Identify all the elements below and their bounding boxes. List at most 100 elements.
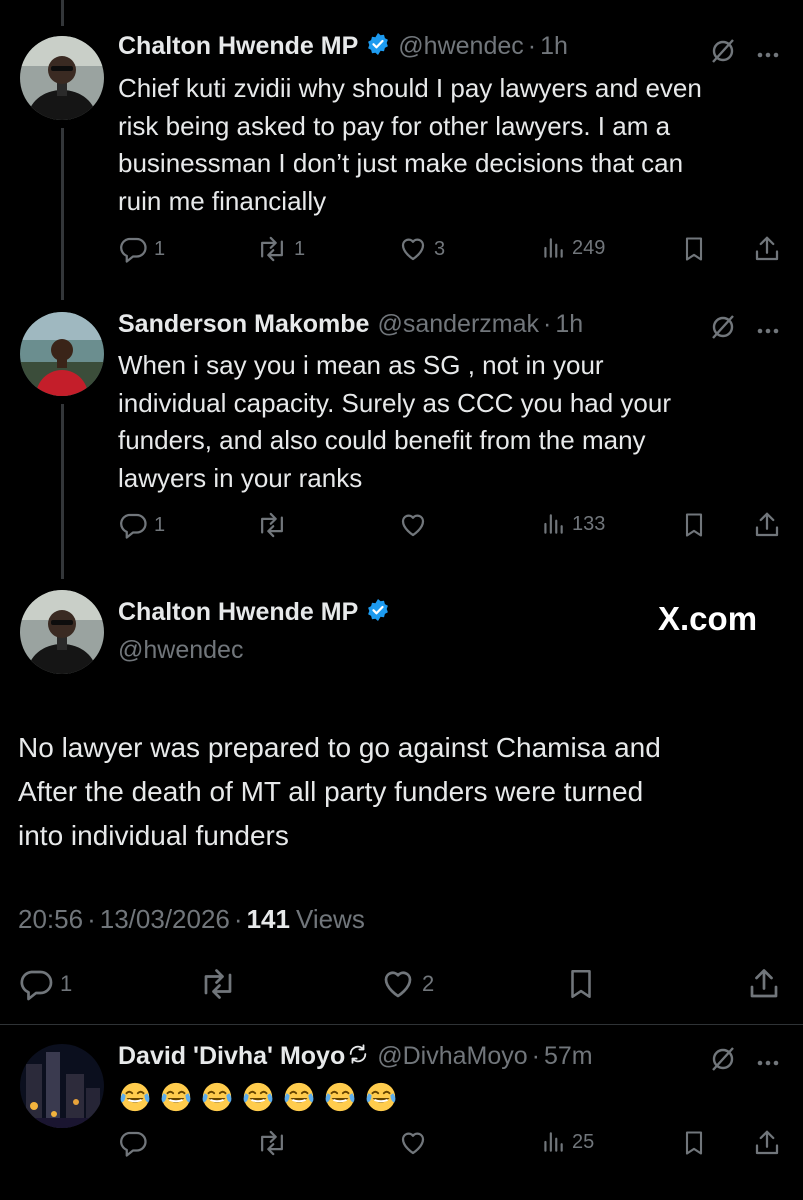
views-button[interactable]: 25 [540,1128,594,1156]
display-name[interactable]: David 'Divha' Moyo [118,1042,345,1071]
action-bar: 1 133 [118,506,788,546]
repost-icon [204,969,232,999]
sync-icon [347,1043,369,1070]
heart-icon [401,514,425,537]
like-button[interactable] [398,510,428,540]
views-icon [544,238,563,258]
views-label: Views [295,904,365,934]
tweet-text-line: After the death of MT all party funders … [18,776,644,807]
share-icon [755,512,779,537]
tweet-text-line: businessman I don’t just make decisions … [118,148,684,178]
display-name[interactable]: Chalton Hwende MP [118,598,358,627]
username[interactable]: @DivhaMoyo [377,1042,527,1071]
repost-button[interactable] [256,1128,288,1158]
repost-icon [261,512,283,538]
like-count: 3 [434,237,446,260]
reply-button[interactable]: 1 [118,234,165,264]
share-button[interactable] [746,966,782,1002]
separator-dot: · [527,32,537,60]
repost-icon [261,236,283,262]
reply-icon [120,513,147,539]
tweet-meta: 20:56 · 13/03/2026 · 141 Views [18,904,365,935]
grok-icon[interactable] [708,1044,738,1079]
like-button[interactable]: 3 [398,234,445,264]
views-button[interactable]: 249 [540,234,605,262]
reply-count: 1 [154,513,166,536]
heart-icon [384,971,412,998]
tweet-text-line: No lawyer was prepared to go against Cha… [18,732,661,763]
heart-icon [401,1132,425,1155]
reply-button[interactable]: 1 [18,966,72,1002]
tears-of-joy-emoji-icon [202,1082,232,1112]
separator-dot: · [233,904,243,934]
bookmark-button[interactable] [680,1128,708,1158]
grok-icon[interactable] [708,36,738,71]
view-count: 133 [572,512,606,535]
avatar[interactable] [20,312,104,396]
bookmark-button[interactable] [680,234,708,264]
more-options-icon[interactable] [756,1054,780,1072]
grok-icon[interactable] [708,312,738,347]
timestamp[interactable]: 57m [544,1042,593,1071]
bookmark-button[interactable] [564,966,598,1002]
bookmark-icon [685,513,703,537]
like-button[interactable]: 2 [380,966,434,1002]
reply-button[interactable]: 1 [118,510,165,540]
view-count: 249 [572,236,606,259]
tears-of-joy-emoji-icon [161,1082,191,1112]
tweet-text-line: ruin me financially [118,185,327,216]
post-date[interactable]: 13/03/2026 [100,904,230,935]
post-time[interactable]: 20:56 [18,904,83,935]
share-icon [755,1130,779,1155]
x-watermark: X.com [658,600,757,638]
bookmark-icon [685,237,703,261]
action-bar: 1 2 [18,964,788,1004]
tweet-text-line: into individual funders [18,820,289,851]
more-options-icon[interactable] [756,46,780,64]
avatar[interactable] [20,36,104,120]
tweet-header: Chalton Hwende MP @hwendec · 1h [118,32,568,61]
tweet-text-line: lawyers in your ranks [118,462,363,493]
tweet-text-line: risk being asked to pay for other lawyer… [118,110,671,141]
display-name[interactable]: Chalton Hwende MP [118,32,358,61]
reply-icon [20,970,53,1001]
timestamp[interactable]: 1h [540,32,568,61]
username[interactable]: @hwendec [118,636,243,665]
username[interactable]: @sanderzmak [377,310,539,339]
tears-of-joy-emoji-icon [284,1082,314,1112]
repost-button[interactable]: 1 [256,234,305,264]
timestamp[interactable]: 1h [555,310,583,339]
avatar[interactable] [20,1044,104,1128]
share-button[interactable] [752,234,782,264]
display-name[interactable]: Sanderson Makombe [118,310,369,339]
thread-line-2 [61,404,64,579]
reply-icon [120,237,147,263]
separator-dot: · [87,904,96,934]
tears-of-joy-emoji-icon [120,1082,150,1112]
repost-button[interactable] [198,966,238,1002]
tweet-header: Sanderson Makombe @sanderzmak · 1h [118,310,583,339]
views-button[interactable]: 133 [540,510,605,538]
thread-line-1 [61,128,64,300]
tweet-header: David 'Divha' Moyo @DivhaMoyo · 57m [118,1042,593,1071]
reply-button[interactable] [118,1128,148,1158]
like-button[interactable] [398,1128,428,1158]
share-icon [755,236,779,261]
username-row: @hwendec [118,636,243,665]
share-button[interactable] [752,1128,782,1158]
username[interactable]: @hwendec [398,32,523,61]
verified-badge-icon [366,598,390,627]
repost-icon [261,1130,283,1156]
view-count: 141 [246,904,290,934]
bookmark-button[interactable] [680,510,708,540]
divider [0,1024,803,1025]
avatar[interactable] [20,590,104,674]
share-button[interactable] [752,510,782,540]
tweet-text: When i say you i mean as SG , not in you… [118,347,671,497]
repost-count: 1 [294,237,306,260]
more-options-icon[interactable] [756,322,780,340]
repost-button[interactable] [256,510,288,540]
tweet-emoji-row [118,1080,405,1114]
action-bar: 1 1 3 249 [118,230,788,270]
reply-count: 1 [154,237,166,260]
